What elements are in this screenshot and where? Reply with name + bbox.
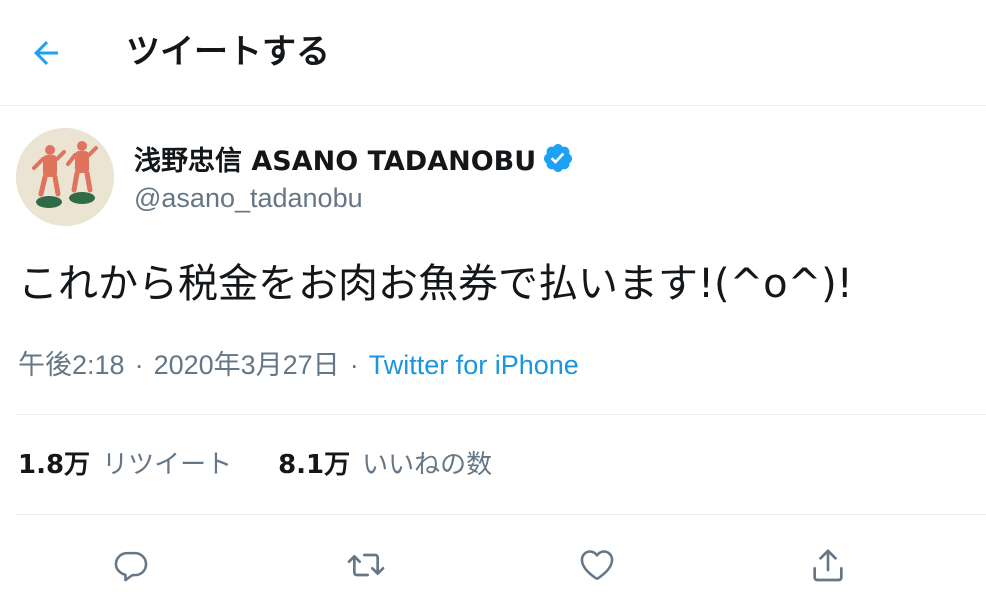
arrow-left-icon	[34, 41, 58, 65]
divider	[16, 514, 986, 515]
author-display-name[interactable]: 浅野忠信 ASANO TADANOBU	[134, 139, 536, 178]
author-block: 浅野忠信 ASANO TADANOBU @asano_tadanobu	[134, 138, 574, 218]
retweet-count: 1.8万	[18, 450, 91, 480]
like-label: いいねの数	[362, 450, 493, 480]
action-bar	[0, 540, 986, 590]
retweet-label: リツイート	[102, 450, 233, 480]
retweet-count-link[interactable]: 1.8万 リツイート	[18, 444, 232, 486]
tweet-stats: 1.8万 リツイート 8.1万 いいねの数	[18, 444, 492, 486]
tweet-date[interactable]: 2020年3月27日	[154, 350, 340, 380]
like-button[interactable]	[572, 540, 622, 590]
back-button[interactable]	[26, 33, 66, 73]
reply-button[interactable]	[106, 540, 156, 590]
avatar-illustration	[16, 128, 114, 226]
author-handle[interactable]: @asano_tadanobu	[134, 178, 574, 218]
tweet-time[interactable]: 午後2:18	[18, 350, 125, 380]
tweet-text: これから税金をお肉お魚券で払います!(^o^)!	[18, 261, 853, 307]
heart-icon	[580, 550, 614, 580]
divider	[16, 414, 986, 415]
page-title: ツイートする	[126, 32, 330, 72]
avatar[interactable]	[16, 128, 114, 226]
display-name-row: 浅野忠信 ASANO TADANOBU	[134, 138, 574, 178]
tweet-source-link[interactable]: Twitter for iPhone	[369, 350, 579, 380]
top-header: ツイートする	[0, 0, 986, 106]
like-count: 8.1万	[278, 450, 351, 480]
reply-icon	[114, 551, 148, 582]
verified-badge-icon	[542, 142, 574, 174]
share-icon	[813, 549, 843, 582]
meta-separator: ·	[349, 350, 359, 380]
retweet-icon	[347, 553, 385, 577]
share-button[interactable]	[803, 540, 853, 590]
meta-separator: ·	[134, 350, 144, 380]
tweet-meta: 午後2:18 · 2020年3月27日 · Twitter for iPhone	[18, 344, 579, 386]
like-count-link[interactable]: 8.1万 いいねの数	[278, 444, 492, 486]
retweet-button[interactable]	[341, 540, 391, 590]
